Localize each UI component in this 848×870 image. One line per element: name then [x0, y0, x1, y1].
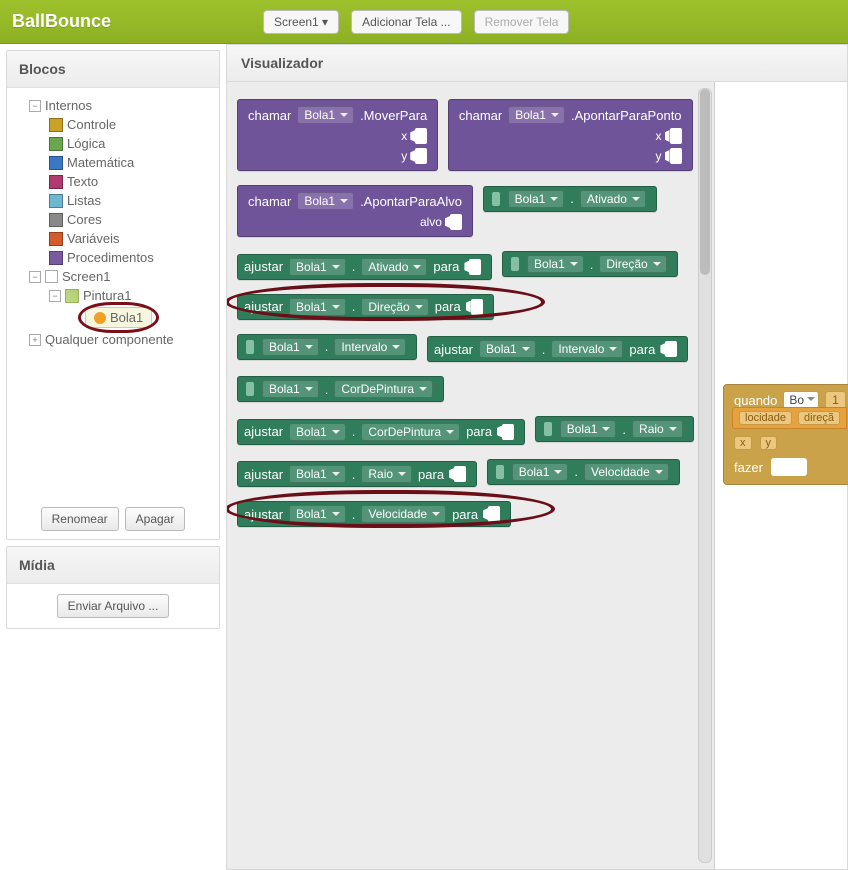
- event-keyword: quando: [734, 393, 777, 408]
- remove-screen-button[interactable]: Remover Tela: [474, 10, 570, 34]
- block-call-moverpara[interactable]: chamar Bola1 .MoverPara x y: [237, 99, 438, 171]
- block-call-apontarparaponto[interactable]: chamar Bola1 .ApontarParaPonto x y: [448, 99, 693, 171]
- component-dropdown[interactable]: Bola1: [289, 258, 346, 276]
- upload-file-button[interactable]: Enviar Arquivo ...: [57, 594, 170, 618]
- block-set-cordepintura[interactable]: ajustar Bola1 . CorDePintura para: [237, 419, 525, 445]
- property-dropdown[interactable]: Raio: [361, 465, 412, 483]
- expand-icon[interactable]: +: [29, 334, 41, 346]
- tree-pintura[interactable]: − Pintura1: [13, 286, 213, 305]
- component-dropdown[interactable]: Bola1: [289, 423, 346, 441]
- component-dropdown[interactable]: Bola1: [262, 380, 319, 398]
- event-do-slot[interactable]: [771, 458, 807, 476]
- blocks-panel-title: Blocos: [7, 51, 219, 88]
- ball-icon: [94, 312, 106, 324]
- property-dropdown[interactable]: Direção: [599, 255, 666, 273]
- media-panel-title: Mídia: [7, 547, 219, 584]
- param-x[interactable]: x: [734, 436, 752, 450]
- block-call-apontarparaalvo[interactable]: chamar Bola1 .ApontarParaAlvo alvo: [237, 185, 473, 237]
- tree-text[interactable]: Texto: [13, 172, 213, 191]
- media-panel: Mídia Enviar Arquivo ...: [6, 546, 220, 629]
- app-title: BallBounce: [12, 11, 111, 32]
- component-dropdown[interactable]: Bola1: [560, 420, 617, 438]
- property-dropdown[interactable]: Ativado: [580, 190, 646, 208]
- property-dropdown[interactable]: Velocidade: [361, 505, 446, 523]
- component-dropdown[interactable]: Bola1: [297, 106, 354, 124]
- block-set-velocidade[interactable]: ajustar Bola1 . Velocidade para: [237, 501, 511, 527]
- block-set-direcao[interactable]: ajustar Bola1 . Direção para: [237, 294, 494, 320]
- collapse-icon[interactable]: −: [49, 290, 61, 302]
- block-get-velocidade[interactable]: Bola1 . Velocidade: [487, 459, 680, 485]
- component-dropdown[interactable]: Bola1: [289, 298, 346, 316]
- scrollbar-thumb[interactable]: [700, 89, 710, 275]
- flyout-scrollbar[interactable]: [698, 88, 712, 863]
- collapse-icon[interactable]: −: [29, 100, 41, 112]
- block-get-raio[interactable]: Bola1 . Raio: [535, 416, 694, 442]
- property-dropdown[interactable]: Intervalo: [334, 338, 406, 356]
- tree-any-component[interactable]: + Qualquer componente: [13, 330, 213, 349]
- screen-dropdown[interactable]: Screen1 ▾: [263, 10, 339, 34]
- component-dropdown[interactable]: Bola1: [527, 255, 584, 273]
- component-dropdown[interactable]: Bola1: [297, 192, 354, 210]
- tree-procedures[interactable]: Procedimentos: [13, 248, 213, 267]
- viewer-panel-title: Visualizador: [226, 44, 848, 81]
- event-block-arremessado[interactable]: quando Bo 1 .Arremessad x y fazer: [723, 384, 848, 485]
- tree-screen1[interactable]: − Screen1: [13, 267, 213, 286]
- block-set-ativado[interactable]: ajustar Bola1 . Ativado para: [237, 254, 492, 280]
- screen-icon: [45, 270, 58, 283]
- workspace-canvas[interactable]: quando Bo 1 .Arremessad x y fazer: [715, 82, 847, 869]
- block-get-direcao[interactable]: Bola1 . Direção: [502, 251, 678, 277]
- tree-builtins[interactable]: − Internos: [13, 96, 213, 115]
- tree-label: Internos: [45, 98, 92, 113]
- tree-math[interactable]: Matemática: [13, 153, 213, 172]
- tree-lists[interactable]: Listas: [13, 191, 213, 210]
- block-get-ativado[interactable]: Bola1 . Ativado: [483, 186, 657, 212]
- block-flyout[interactable]: chamar Bola1 .MoverPara x y chamar Bola1…: [227, 82, 715, 869]
- component-dropdown[interactable]: Bola1: [508, 106, 565, 124]
- property-dropdown[interactable]: Raio: [632, 420, 683, 438]
- tree-logic[interactable]: Lógica: [13, 134, 213, 153]
- property-dropdown[interactable]: Intervalo: [551, 340, 623, 358]
- tree-bola[interactable]: Bola1: [13, 305, 213, 330]
- tree-control[interactable]: Controle: [13, 115, 213, 134]
- component-dropdown[interactable]: Bola1: [289, 505, 346, 523]
- block-get-intervalo[interactable]: Bola1 . Intervalo: [237, 334, 417, 360]
- rename-button[interactable]: Renomear: [41, 507, 119, 531]
- property-dropdown[interactable]: CorDePintura: [361, 423, 460, 441]
- component-dropdown[interactable]: Bola1: [262, 338, 319, 356]
- component-dropdown[interactable]: Bola1: [289, 465, 346, 483]
- block-get-cordepintura[interactable]: Bola1 . CorDePintura: [237, 376, 444, 402]
- property-dropdown[interactable]: Direção: [361, 298, 428, 316]
- block-set-intervalo[interactable]: ajustar Bola1 . Intervalo para: [427, 336, 688, 362]
- app-header: BallBounce Screen1 ▾ Adicionar Tela ... …: [0, 0, 848, 44]
- block-set-raio[interactable]: ajustar Bola1 . Raio para: [237, 461, 477, 487]
- param-direcao[interactable]: direçã: [798, 411, 840, 425]
- blocks-panel: Blocos − Internos Controle Lógica Matemá…: [6, 50, 220, 540]
- component-dropdown[interactable]: Bola1: [508, 190, 565, 208]
- property-dropdown[interactable]: Velocidade: [584, 463, 669, 481]
- param-velocidade[interactable]: locidade: [739, 411, 792, 425]
- tree-variables[interactable]: Variáveis: [13, 229, 213, 248]
- param-y[interactable]: y: [760, 436, 778, 450]
- tree-colors[interactable]: Cores: [13, 210, 213, 229]
- canvas-icon: [65, 289, 79, 303]
- delete-button[interactable]: Apagar: [125, 507, 186, 531]
- collapse-icon[interactable]: −: [29, 271, 41, 283]
- event-do: fazer: [734, 460, 763, 475]
- component-dropdown[interactable]: Bola1: [512, 463, 569, 481]
- property-dropdown[interactable]: Ativado: [361, 258, 427, 276]
- add-screen-button[interactable]: Adicionar Tela ...: [351, 10, 462, 34]
- component-dropdown[interactable]: Bola1: [479, 340, 536, 358]
- property-dropdown[interactable]: CorDePintura: [334, 380, 433, 398]
- event-params-overflow[interactable]: locidade direçã: [732, 407, 847, 429]
